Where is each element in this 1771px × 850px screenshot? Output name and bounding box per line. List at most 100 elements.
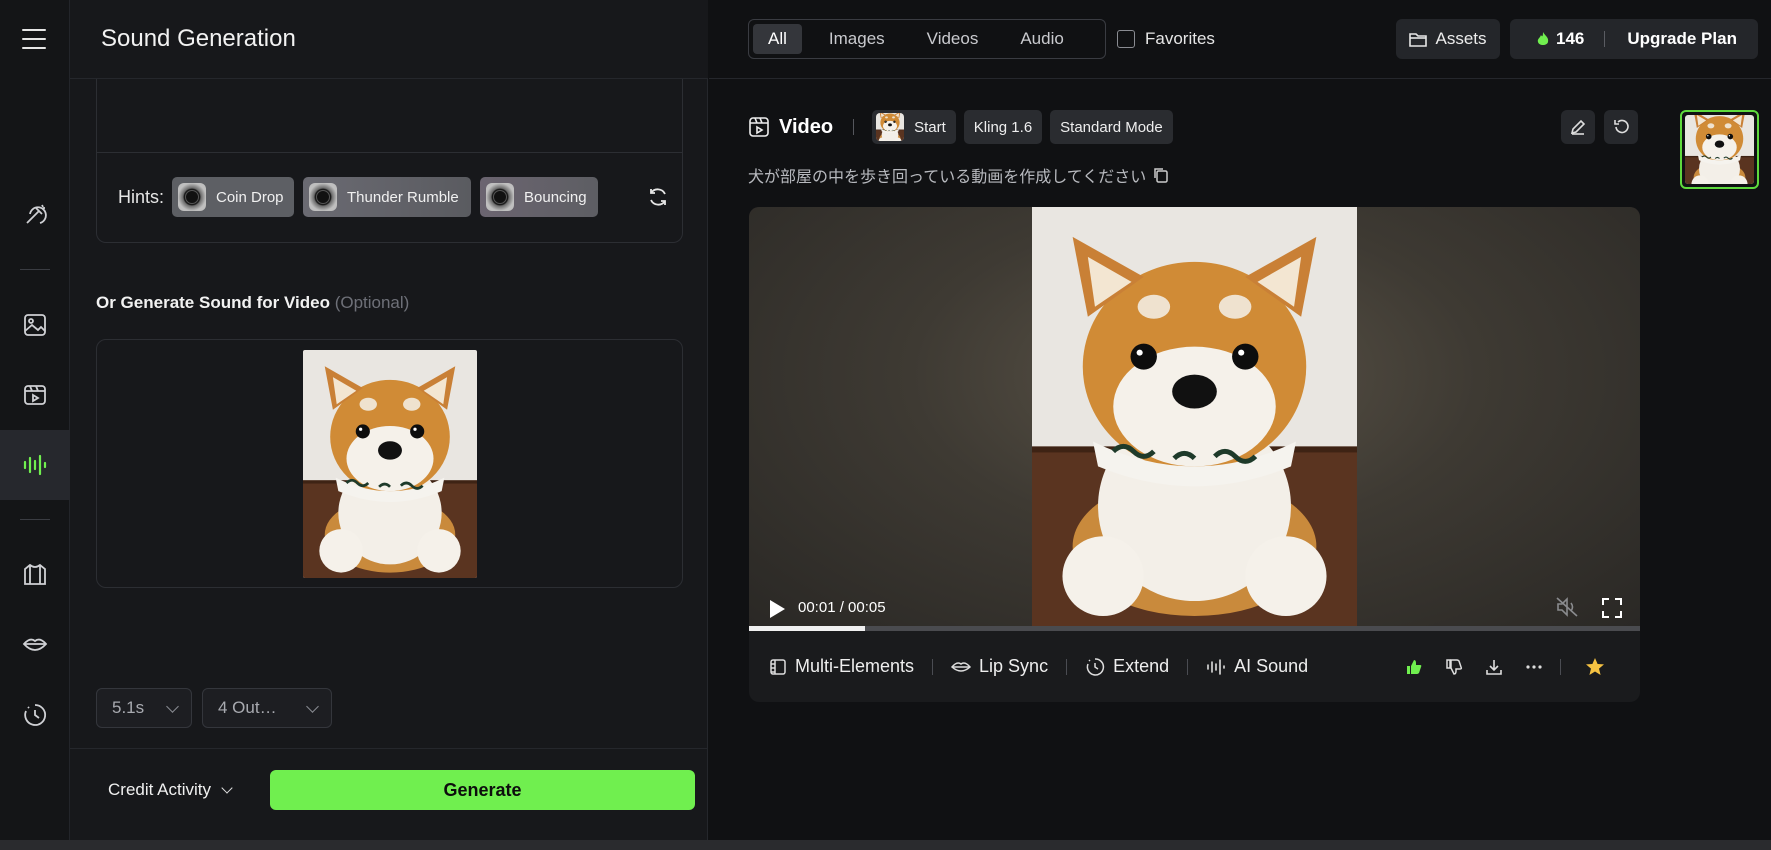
hint-label: Thunder Rumble	[347, 188, 459, 206]
undo-icon[interactable]	[1604, 110, 1638, 144]
rail-divider	[20, 269, 50, 270]
video-upload-box[interactable]	[96, 339, 683, 588]
muted-speaker-icon[interactable]	[1555, 596, 1579, 623]
plan-divider	[1604, 31, 1606, 47]
ai-sound-label: AI Sound	[1234, 656, 1309, 676]
video-title-text: Video	[779, 115, 834, 138]
hint-label: Coin Drop	[216, 188, 284, 206]
thumbs-up-icon[interactable]	[1394, 657, 1434, 677]
lip-sync-button[interactable]: Lip Sync	[951, 656, 1048, 677]
tab-all[interactable]: All	[753, 24, 802, 54]
tab-videos[interactable]: Videos	[912, 24, 994, 54]
credit-activity-dropdown[interactable]: Credit Activity	[108, 780, 233, 800]
prompt-box[interactable]: Hints: Coin Drop Thunder Rumble Bouncing	[96, 79, 683, 243]
ai-sound-button[interactable]: AI Sound	[1206, 656, 1308, 677]
plan-widget: 146 Upgrade Plan	[1510, 19, 1758, 59]
results-area: All Images Videos Audio Favorites Assets…	[709, 0, 1771, 850]
panel-header: Sound Generation	[70, 0, 708, 79]
film-icon	[770, 658, 786, 675]
thumbs-down-icon[interactable]	[1434, 657, 1474, 677]
video-title: Video	[748, 116, 833, 139]
lips-icon[interactable]	[0, 610, 70, 680]
header-divider	[853, 119, 855, 135]
mode-chip[interactable]: Standard Mode	[1050, 110, 1173, 144]
copy-icon[interactable]	[1152, 166, 1170, 184]
favorites-checkbox[interactable]: Favorites	[1117, 29, 1215, 49]
history-icon[interactable]	[0, 680, 70, 750]
actions-divider	[1560, 659, 1561, 675]
assets-button[interactable]: Assets	[1396, 19, 1500, 59]
rail-divider	[20, 519, 50, 520]
hint-chip-coin-drop[interactable]: Coin Drop	[172, 177, 294, 217]
tab-images[interactable]: Images	[814, 24, 900, 54]
panel-footer: Credit Activity Generate	[70, 748, 708, 850]
hint-label: Bouncing	[524, 188, 587, 206]
prompt-divider	[97, 152, 682, 153]
player-controls: 00:01 / 00:05	[749, 577, 1640, 626]
chip-label: Start	[914, 118, 946, 136]
star-icon[interactable]	[1575, 657, 1615, 677]
hints-label: Hints:	[118, 187, 165, 207]
start-frame-thumbnail	[876, 113, 904, 141]
shirt-icon[interactable]	[0, 540, 70, 610]
extend-button[interactable]: Extend	[1085, 656, 1169, 677]
video-actions: Multi-Elements Lip Sync Extend AI Sound	[749, 631, 1640, 702]
horizontal-scrollbar[interactable]	[0, 840, 1771, 850]
credits-count: 146	[1556, 29, 1585, 48]
magic-wand-icon[interactable]	[0, 180, 70, 250]
results-topbar: All Images Videos Audio Favorites Assets…	[709, 0, 1771, 79]
sound-generation-panel: Sound Generation Hints: Coin Drop Thunde…	[70, 0, 708, 850]
chevron-down-icon	[306, 700, 319, 713]
extend-icon	[1086, 657, 1105, 676]
more-icon[interactable]	[1514, 657, 1554, 677]
lips-icon	[951, 661, 972, 672]
hamburger-icon[interactable]	[22, 29, 46, 51]
panel-title: Sound Generation	[101, 25, 296, 52]
multi-elements-button[interactable]: Multi-Elements	[769, 656, 914, 677]
actions-divider	[932, 658, 934, 675]
model-chip[interactable]: Kling 1.6	[963, 110, 1043, 144]
video-icon	[749, 117, 769, 137]
image-icon[interactable]	[0, 290, 70, 360]
sound-disc-icon	[178, 183, 206, 211]
duration-select[interactable]: 5.1s	[96, 688, 192, 728]
tab-audio[interactable]: Audio	[1005, 24, 1078, 54]
download-icon[interactable]	[1474, 657, 1514, 677]
edit-icon[interactable]	[1561, 110, 1595, 144]
video-header: Video Start Kling 1.6 Standard Mode	[748, 110, 1181, 144]
section-title-text: Or Generate Sound for Video	[96, 293, 330, 312]
history-thumbnail[interactable]	[1680, 110, 1759, 189]
assets-label: Assets	[1435, 29, 1487, 48]
favorites-label: Favorites	[1145, 29, 1215, 48]
generate-button[interactable]: Generate	[270, 770, 695, 810]
play-icon[interactable]	[770, 600, 785, 618]
prompt-text: 犬が部屋の中を歩き回っている動画を作成してください	[748, 163, 1170, 187]
sound-disc-icon	[486, 183, 514, 211]
video-stage: 00:01 / 00:05	[749, 207, 1640, 626]
actions-divider	[1187, 658, 1189, 675]
sound-wave-icon[interactable]	[0, 430, 70, 500]
hint-chip-thunder-rumble[interactable]: Thunder Rumble	[303, 177, 471, 217]
sound-disc-icon	[309, 183, 337, 211]
refresh-hints-icon[interactable]	[647, 186, 669, 208]
start-frame-chip[interactable]: Start	[872, 110, 956, 144]
duration-value: 5.1s	[112, 698, 145, 717]
checkbox-icon	[1117, 30, 1135, 48]
folder-icon	[1409, 33, 1428, 47]
lip-sync-label: Lip Sync	[979, 656, 1049, 676]
outputs-select[interactable]: 4 Out…	[202, 688, 332, 728]
left-rail	[0, 0, 70, 850]
upgrade-plan-button[interactable]: Upgrade Plan	[1627, 29, 1737, 49]
fullscreen-icon[interactable]	[1601, 597, 1623, 624]
credits-balance[interactable]: 146	[1510, 29, 1584, 49]
multi-elements-label: Multi-Elements	[795, 656, 915, 676]
source-video-thumbnail	[303, 350, 477, 578]
optional-label: (Optional)	[334, 293, 410, 312]
video-icon[interactable]	[0, 360, 70, 430]
sound-wave-icon	[1207, 658, 1225, 675]
hint-chip-bouncing[interactable]: Bouncing	[480, 177, 598, 217]
video-sound-title: Or Generate Sound for Video (Optional)	[96, 293, 409, 313]
chevron-down-icon	[221, 781, 233, 794]
video-player[interactable]: 00:01 / 00:05 Multi-Elements Lip Sync Ex…	[749, 207, 1640, 702]
prompt-text-value: 犬が部屋の中を歩き回っている動画を作成してください	[748, 167, 1147, 186]
